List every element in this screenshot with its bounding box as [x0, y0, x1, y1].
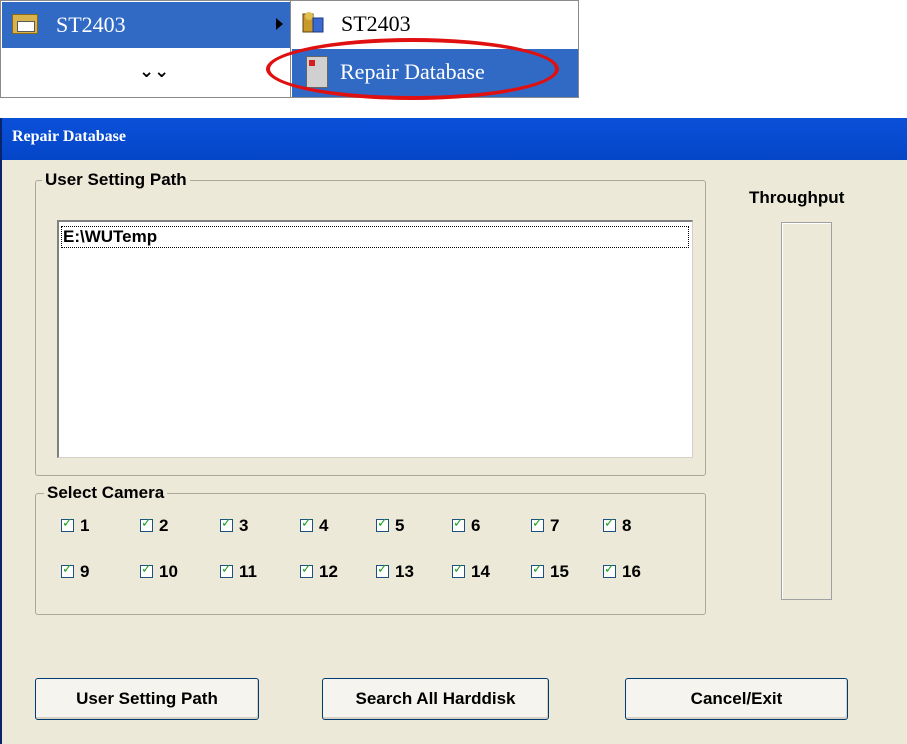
camera-checkbox-1[interactable]: 1 — [61, 516, 121, 538]
camera-checkbox-5[interactable]: 5 — [376, 516, 436, 538]
menu-item-st2403-selected[interactable]: ST2403 — [2, 2, 291, 48]
camera-checkbox-label: 13 — [395, 562, 414, 581]
camera-checkbox-label: 11 — [239, 562, 257, 581]
camera-checkbox-label: 3 — [239, 516, 249, 535]
camera-checkbox-label: 7 — [550, 516, 560, 535]
checkbox-checked-icon[interactable] — [61, 516, 74, 532]
search-all-harddisk-button[interactable]: Search All Harddisk — [322, 678, 549, 720]
camera-checkbox-14[interactable]: 14 — [452, 562, 512, 584]
checkbox-checked-icon[interactable] — [220, 562, 233, 578]
program-folder-icon — [12, 14, 38, 34]
expand-more-icon[interactable]: ⌄⌄ — [139, 61, 169, 82]
camera-checkbox-6[interactable]: 6 — [452, 516, 512, 538]
checkbox-checked-icon[interactable] — [61, 562, 74, 578]
camera-checkbox-2[interactable]: 2 — [140, 516, 200, 538]
cancel-exit-button[interactable]: Cancel/Exit — [625, 678, 848, 720]
program-menu: ST2403 ⌄⌄ — [0, 0, 292, 98]
repair-database-dialog: Repair Database User Setting Path E:\WUT… — [0, 118, 907, 744]
camera-checkbox-13[interactable]: 13 — [376, 562, 436, 584]
dialog-title: Repair Database — [12, 128, 126, 145]
select-camera-group-label: Select Camera — [44, 483, 168, 503]
checkbox-checked-icon[interactable] — [140, 516, 153, 532]
title-bar[interactable]: Repair Database — [2, 118, 907, 160]
camera-checkbox-10[interactable]: 10 — [140, 562, 200, 584]
select-camera-group — [35, 493, 706, 615]
submenu-arrow-icon — [276, 18, 283, 30]
checkbox-checked-icon[interactable] — [452, 516, 465, 532]
checkbox-checked-icon[interactable] — [603, 562, 616, 578]
throughput-label: Throughput — [749, 188, 845, 207]
camera-checkbox-9[interactable]: 9 — [61, 562, 121, 584]
checkbox-checked-icon[interactable] — [220, 516, 233, 532]
highlight-ring — [266, 38, 559, 100]
camera-checkbox-label: 2 — [159, 516, 169, 535]
camera-checkbox-8[interactable]: 8 — [603, 516, 663, 538]
checkbox-checked-icon[interactable] — [452, 562, 465, 578]
checkbox-checked-icon[interactable] — [140, 562, 153, 578]
menu-item-label: ST2403 — [56, 12, 126, 37]
checkbox-checked-icon[interactable] — [531, 562, 544, 578]
camera-checkbox-label: 10 — [159, 562, 178, 581]
camera-checkbox-label: 12 — [319, 562, 338, 581]
camera-checkbox-label: 5 — [395, 516, 405, 535]
camera-checkbox-16[interactable]: 16 — [603, 562, 663, 584]
submenu-item-label: ST2403 — [341, 11, 411, 36]
camera-checkbox-12[interactable]: 12 — [300, 562, 360, 584]
camera-checkbox-4[interactable]: 4 — [300, 516, 360, 538]
checkbox-checked-icon[interactable] — [300, 516, 313, 532]
camera-checkbox-label: 4 — [319, 516, 329, 535]
checkbox-checked-icon[interactable] — [376, 562, 389, 578]
application-icon — [302, 12, 324, 33]
checkbox-checked-icon[interactable] — [376, 516, 389, 532]
camera-checkbox-7[interactable]: 7 — [531, 516, 591, 538]
camera-checkbox-label: 16 — [622, 562, 641, 581]
camera-checkbox-3[interactable]: 3 — [220, 516, 280, 538]
camera-checkbox-label: 6 — [471, 516, 481, 535]
path-listbox[interactable]: E:\WUTemp — [57, 220, 693, 458]
camera-checkbox-15[interactable]: 15 — [531, 562, 591, 584]
user-setting-path-button[interactable]: User Setting Path — [35, 678, 259, 720]
checkbox-checked-icon[interactable] — [603, 516, 616, 532]
user-setting-path-group-label: User Setting Path — [42, 170, 190, 190]
camera-checkbox-label: 15 — [550, 562, 569, 581]
camera-checkbox-label: 8 — [622, 516, 632, 535]
throughput-progress-bar — [781, 222, 832, 600]
checkbox-checked-icon[interactable] — [300, 562, 313, 578]
checkbox-checked-icon[interactable] — [531, 516, 544, 532]
camera-checkbox-11[interactable]: 11 — [220, 562, 280, 584]
list-item[interactable]: E:\WUTemp — [61, 226, 689, 248]
camera-checkbox-label: 9 — [80, 562, 90, 581]
camera-checkbox-label: 1 — [80, 516, 90, 535]
camera-checkbox-label: 14 — [471, 562, 490, 581]
